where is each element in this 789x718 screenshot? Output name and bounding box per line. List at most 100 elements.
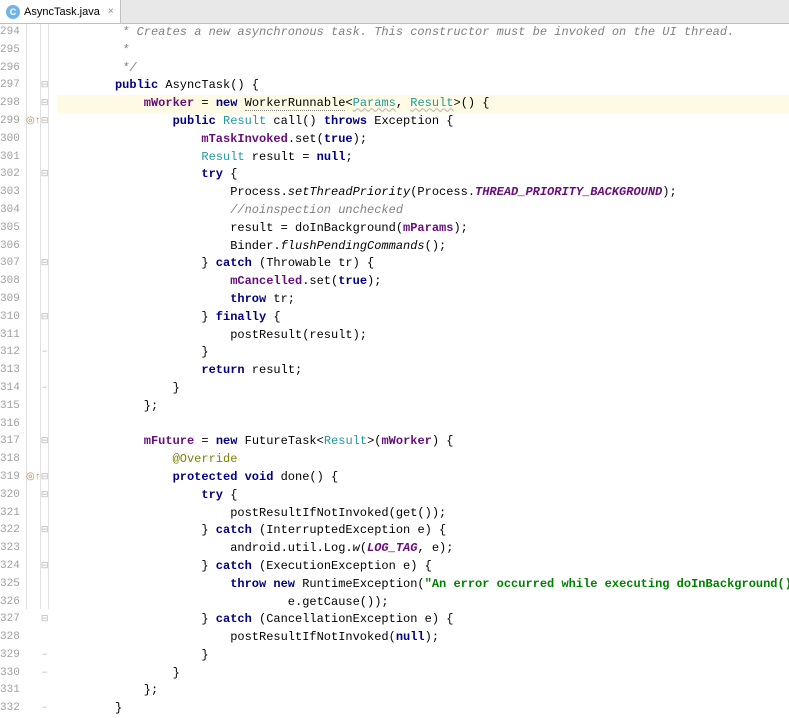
fold-toggle[interactable]: − (41, 665, 49, 683)
fold-toggle (41, 24, 49, 42)
code-line[interactable]: result = doInBackground(mParams); (57, 220, 789, 238)
code-line[interactable]: }; (57, 682, 789, 700)
fold-toggle[interactable]: ⊟ (41, 611, 49, 629)
code-line[interactable]: try { (57, 487, 789, 505)
editor-tab[interactable]: C AsyncTask.java × (0, 0, 121, 23)
marker-gutter: ◎↑ ◎↑ (27, 24, 41, 609)
override-marker-icon[interactable]: ◎↑ (26, 469, 41, 487)
line-number: 323 (0, 540, 20, 558)
code-line[interactable]: postResult(result); (57, 327, 789, 345)
code-line[interactable]: } catch (Throwable tr) { (57, 255, 789, 273)
code-line[interactable]: }; (57, 398, 789, 416)
gutter-marker (27, 309, 40, 327)
fold-toggle (41, 131, 49, 149)
code-line[interactable]: protected void done() { (57, 469, 789, 487)
gutter-marker (27, 291, 40, 309)
code-line[interactable]: } catch (ExecutionException e) { (57, 558, 789, 576)
line-number: 330 (0, 665, 20, 683)
code-line[interactable]: } (57, 647, 789, 665)
code-line[interactable]: Binder.flushPendingCommands(); (57, 238, 789, 256)
code-line[interactable]: mWorker = new WorkerRunnable<Params, Res… (57, 95, 789, 113)
code-line[interactable]: * Creates a new asynchronous task. This … (57, 24, 789, 42)
fold-toggle[interactable]: ⊟ (41, 77, 49, 95)
fold-toggle[interactable]: ⊟ (41, 469, 49, 487)
line-number: 316 (0, 416, 20, 434)
line-number: 324 (0, 558, 20, 576)
line-number: 310 (0, 309, 20, 327)
line-number: 305 (0, 220, 20, 238)
gutter-marker (27, 327, 40, 345)
code-line[interactable]: */ (57, 60, 789, 78)
code-line[interactable]: //noinspection unchecked (57, 202, 789, 220)
code-line[interactable]: } finally { (57, 309, 789, 327)
fold-toggle[interactable]: ⊟ (41, 433, 49, 451)
gutter-marker: ◎↑ (27, 113, 40, 131)
line-number: 329 (0, 647, 20, 665)
gutter-marker (27, 682, 40, 700)
gutter-marker (27, 416, 40, 434)
fold-toggle (41, 416, 49, 434)
close-icon[interactable]: × (108, 6, 114, 17)
fold-toggle[interactable]: ⊟ (41, 487, 49, 505)
code-line[interactable]: Result result = null; (57, 149, 789, 167)
code-line[interactable]: } (57, 344, 789, 362)
gutter-marker (27, 576, 40, 594)
line-number: 297 (0, 77, 20, 95)
code-line[interactable]: mCancelled.set(true); (57, 273, 789, 291)
fold-toggle[interactable]: ⊟ (41, 255, 49, 273)
fold-toggle[interactable]: ⊟ (41, 309, 49, 327)
code-line[interactable]: Process.setThreadPriority(Process.THREAD… (57, 184, 789, 202)
line-number: 296 (0, 60, 20, 78)
code-line[interactable]: } (57, 380, 789, 398)
fold-toggle[interactable]: ⊟ (41, 166, 49, 184)
code-line[interactable]: public AsyncTask() { (57, 77, 789, 95)
code-line[interactable]: * (57, 42, 789, 60)
code-line[interactable]: postResultIfNotInvoked(null); (57, 629, 789, 647)
tab-filename: AsyncTask.java (24, 6, 100, 18)
line-number: 303 (0, 184, 20, 202)
code-line[interactable]: } (57, 665, 789, 683)
fold-toggle (41, 398, 49, 416)
code-line[interactable]: mFuture = new FutureTask<Result>(mWorker… (57, 433, 789, 451)
gutter-marker (27, 131, 40, 149)
code-editor[interactable]: 2942952962972982993003013023033043053063… (0, 24, 789, 609)
line-number: 332 (0, 700, 20, 718)
override-marker-icon[interactable]: ◎↑ (26, 113, 41, 131)
code-line[interactable]: } catch (InterruptedException e) { (57, 522, 789, 540)
code-line[interactable]: } (57, 700, 789, 718)
fold-toggle[interactable]: ⊟ (41, 558, 49, 576)
code-line[interactable]: mTaskInvoked.set(true); (57, 131, 789, 149)
gutter-marker: ◎↑ (27, 469, 40, 487)
line-number: 299 (0, 113, 20, 131)
code-line[interactable]: return result; (57, 362, 789, 380)
code-line[interactable]: throw new RuntimeException("An error occ… (57, 576, 789, 594)
fold-toggle (41, 362, 49, 380)
fold-toggle (41, 149, 49, 167)
line-number: 322 (0, 522, 20, 540)
fold-toggle (41, 629, 49, 647)
java-class-icon: C (6, 5, 20, 19)
fold-toggle[interactable]: − (41, 700, 49, 718)
line-number: 321 (0, 505, 20, 523)
code-line[interactable] (57, 416, 789, 434)
line-number: 314 (0, 380, 20, 398)
fold-toggle (41, 451, 49, 469)
fold-toggle (41, 291, 49, 309)
fold-toggle[interactable]: ⊟ (41, 522, 49, 540)
fold-toggle[interactable]: − (41, 380, 49, 398)
fold-toggle[interactable]: − (41, 647, 49, 665)
code-line[interactable]: public Result call() throws Exception { (57, 113, 789, 131)
code-line[interactable]: } catch (CancellationException e) { (57, 611, 789, 629)
gutter-marker (27, 273, 40, 291)
code-line[interactable]: try { (57, 166, 789, 184)
code-line[interactable]: throw tr; (57, 291, 789, 309)
code-line[interactable]: @Override (57, 451, 789, 469)
fold-toggle[interactable]: − (41, 344, 49, 362)
line-number: 325 (0, 576, 20, 594)
code-line[interactable]: postResultIfNotInvoked(get()); (57, 505, 789, 523)
code-line[interactable]: android.util.Log.w(LOG_TAG, e); (57, 540, 789, 558)
line-number: 312 (0, 344, 20, 362)
code-area[interactable]: * Creates a new asynchronous task. This … (49, 24, 789, 609)
fold-toggle[interactable]: ⊟ (41, 95, 49, 113)
fold-toggle[interactable]: ⊟ (41, 113, 49, 131)
